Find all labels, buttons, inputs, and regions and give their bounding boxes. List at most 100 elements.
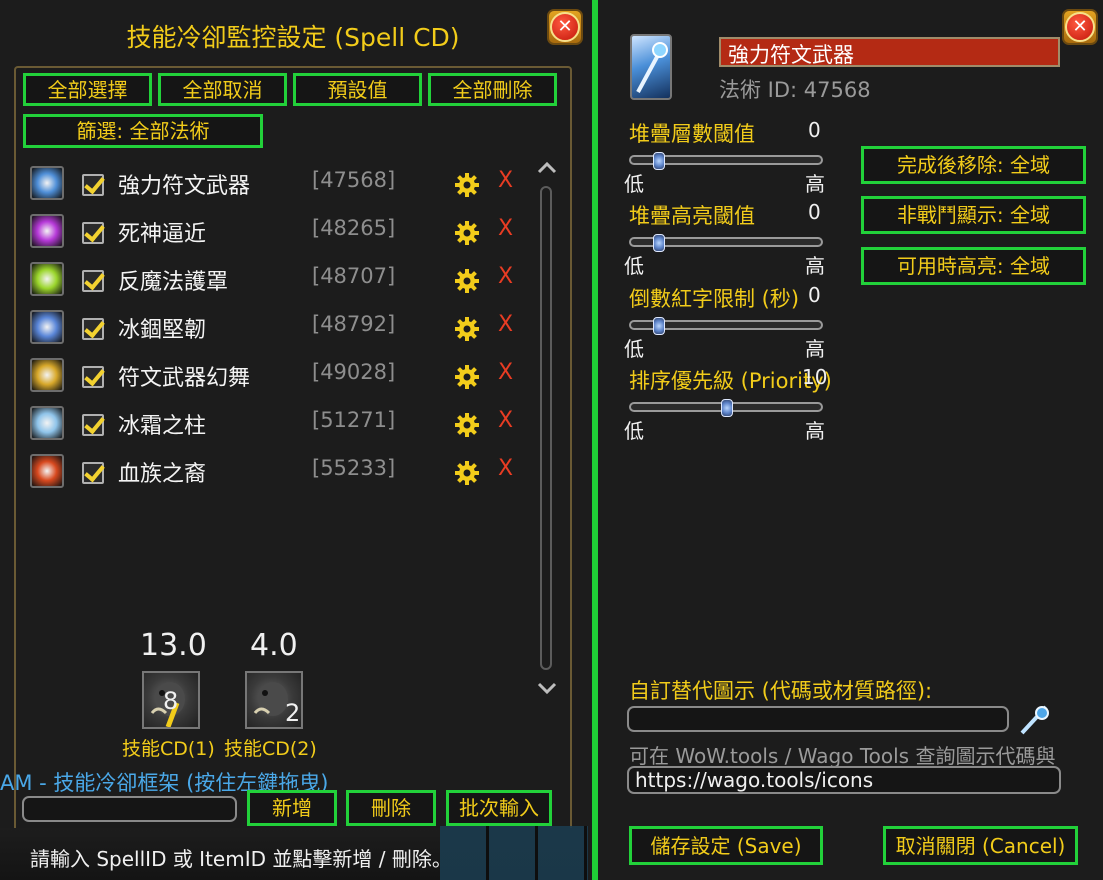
delete-all-button[interactable]: 全部刪除 [428, 73, 557, 106]
custom-icon-input[interactable] [627, 706, 1009, 732]
spell-row[interactable]: 反魔法護罩 [48707] X [30, 260, 530, 300]
slider-thumb[interactable] [653, 317, 665, 335]
spell-row[interactable]: 死神逼近 [48265] X [30, 212, 530, 252]
spell-enabled-checkbox[interactable] [82, 462, 104, 484]
spell-name: 強力符文武器 [728, 43, 854, 67]
tools-hint: 可在 WoW.tools / Wago Tools 查詢圖示代碼與 [629, 744, 1056, 768]
slider-value: 10 [802, 365, 828, 389]
dancing-rune-weapon-icon [30, 358, 64, 392]
spell-name: 強力符文武器 [118, 174, 251, 199]
spell-enabled-checkbox[interactable] [82, 222, 104, 244]
slider-low-label: 低 [624, 337, 644, 361]
filter-dropdown[interactable]: 篩選: 全部法術 [23, 114, 263, 148]
spell-id: [48265] [312, 216, 396, 240]
gear-icon[interactable] [454, 412, 480, 438]
delete-spell-button[interactable]: X [498, 360, 513, 385]
spell-id-label: 法術 ID: 47568 [719, 78, 871, 102]
slider-thumb[interactable] [721, 399, 733, 417]
chevron-up-icon [537, 161, 557, 174]
batch-input-button[interactable]: 批次輸入 [446, 790, 552, 826]
spell-name: 死神逼近 [118, 222, 207, 247]
delete-spell-button[interactable]: X [498, 168, 513, 193]
chevron-down-icon [537, 682, 557, 695]
spell-id: [49028] [312, 360, 396, 384]
url-input[interactable]: https://wago.tools/icons [627, 766, 1061, 794]
slider-low-label: 低 [624, 172, 644, 196]
spell-row[interactable]: 符文武器幻舞 [49028] X [30, 356, 530, 396]
cd-timer-2: 4.0 [250, 628, 298, 663]
delete-spell-button[interactable]: X [498, 216, 513, 241]
spell-icon-large [630, 34, 672, 100]
slider-label: 堆疊高亮閾值 [629, 204, 755, 228]
spell-name: 反魔法護罩 [118, 270, 229, 295]
close-button[interactable]: ✕ [547, 9, 583, 45]
spell-row[interactable]: 冰錮堅韌 [48792] X [30, 308, 530, 348]
scroll-down-button[interactable] [536, 678, 558, 698]
spell-row[interactable]: 冰霜之柱 [51271] X [30, 404, 530, 444]
spell-enabled-checkbox[interactable] [82, 318, 104, 340]
slider-thumb[interactable] [653, 234, 665, 252]
slider-low-label: 低 [624, 254, 644, 278]
spell-name: 血族之裔 [118, 462, 207, 487]
gear-icon[interactable] [454, 268, 480, 294]
delete-spell-button[interactable]: X [498, 264, 513, 289]
slider-value: 0 [808, 118, 821, 142]
spell-row[interactable]: 強力符文武器 [47568] X [30, 164, 530, 204]
slider-high-label: 高 [805, 172, 825, 196]
spell-id: [48792] [312, 312, 396, 336]
runic-weapon-icon [30, 166, 64, 200]
delete-button[interactable]: 刪除 [346, 790, 436, 826]
spell-enabled-checkbox[interactable] [82, 366, 104, 388]
defaults-button[interactable]: 預設值 [293, 73, 422, 106]
close-icon: ✕ [1065, 12, 1095, 42]
slider-thumb[interactable] [653, 152, 665, 170]
cd-label-1: 技能CD(1) [122, 738, 215, 760]
gear-icon[interactable] [454, 316, 480, 342]
cancel-button[interactable]: 取消關閉 (Cancel) [883, 826, 1078, 865]
spell-id: [55233] [312, 456, 396, 480]
gear-icon[interactable] [454, 364, 480, 390]
spell-name: 符文武器幻舞 [118, 366, 251, 391]
gear-icon[interactable] [454, 460, 480, 486]
spell-enabled-checkbox[interactable] [82, 174, 104, 196]
slider-track[interactable] [629, 317, 823, 335]
close-icon: ✕ [550, 12, 580, 42]
scrollbar-track[interactable] [540, 186, 552, 670]
spell-id-input-value [24, 798, 30, 819]
remove-after-toggle[interactable]: 完成後移除: 全域 [861, 146, 1086, 184]
cd-label-2: 技能CD(2) [224, 738, 317, 760]
slider-track[interactable] [629, 399, 823, 417]
spell-id: [48707] [312, 264, 396, 288]
cd-preview-icon-1: 8 [142, 671, 200, 729]
spell-enabled-checkbox[interactable] [82, 270, 104, 292]
gear-icon[interactable] [454, 172, 480, 198]
deselect-all-button[interactable]: 全部取消 [158, 73, 287, 106]
pillar-of-frost-icon [30, 406, 64, 440]
slider-low-label: 低 [624, 419, 644, 443]
spell-cd-settings-panel: 技能冷卻監控設定 (Spell CD) ✕ 全部選擇 全部取消 預設值 全部刪除… [0, 0, 595, 880]
delete-spell-button[interactable]: X [498, 408, 513, 433]
death-skull-icon [30, 214, 64, 248]
delete-spell-button[interactable]: X [498, 312, 513, 337]
url-input-value: https://wago.tools/icons [635, 768, 874, 792]
spell-id-input[interactable] [22, 796, 237, 822]
spell-row[interactable]: 血族之裔 [55233] X [30, 452, 530, 492]
slider-label: 倒數紅字限制 (秒) [629, 287, 800, 311]
spell-enabled-checkbox[interactable] [82, 414, 104, 436]
detail-close-button[interactable]: ✕ [1062, 9, 1098, 45]
select-all-button[interactable]: 全部選擇 [23, 73, 152, 106]
add-button[interactable]: 新增 [247, 790, 337, 826]
gear-icon[interactable] [454, 220, 480, 246]
out-of-combat-toggle[interactable]: 非戰鬥顯示: 全域 [861, 196, 1086, 234]
scroll-up-button[interactable] [536, 158, 558, 178]
slider-track[interactable] [629, 234, 823, 252]
slider-track[interactable] [629, 152, 823, 170]
cd-preview-icon-2: 2 [245, 671, 303, 729]
slider-high-label: 高 [805, 337, 825, 361]
save-button[interactable]: 儲存設定 (Save) [629, 826, 823, 865]
custom-icon-label: 自訂替代圖示 (代碼或材質路徑): [629, 679, 933, 703]
cd-timer-1: 13.0 [140, 628, 207, 663]
delete-spell-button[interactable]: X [498, 456, 513, 481]
highlight-usable-toggle[interactable]: 可用時高亮: 全域 [861, 247, 1086, 285]
anti-magic-shell-icon [30, 262, 64, 296]
